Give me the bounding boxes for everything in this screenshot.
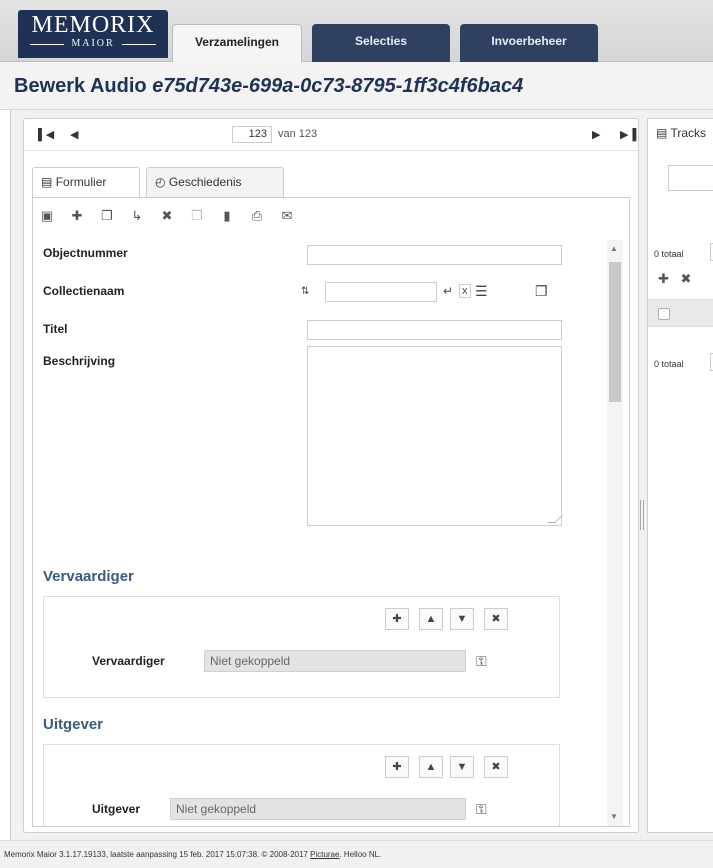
memorix-maior-logo[interactable]: MEMORIX MAIOR [18,10,168,58]
tracks-header-row [648,299,713,327]
move-down-icon[interactable]: ▼ [450,608,474,630]
next-icon[interactable]: ▶ [592,128,600,141]
page-number-input[interactable]: 123 [232,126,272,143]
uitgever-section: ✚ ▲ ▼ ✖ Uitgever Niet gekoppeld ⚿ [43,744,560,826]
lookup-icon[interactable]: ❐ [535,283,548,300]
tab-invoerbeheer[interactable]: Invoerbeheer [460,24,598,62]
titel-label: Titel [43,322,68,336]
vervaardiger-value: Niet gekoppeld [204,650,466,672]
previous-icon[interactable]: ◀ [70,128,78,141]
form-area: ▣ ✚ ❐ ↳ ✖ ❐ ▮ ⎙ ✉ Objectnummer Collectie… [32,197,630,827]
tracks-count-bottom: 0 totaal [654,359,684,369]
title-bar: Bewerk Audio e75d743e-699a-0c73-8795-1ff… [0,62,713,110]
form-toolbar: ▣ ✚ ❐ ↳ ✖ ❐ ▮ ⎙ ✉ [33,198,629,234]
first-page-icon[interactable]: ▌◀ [38,128,54,141]
list-icon[interactable]: ☰ [475,283,488,300]
vervaardiger-section: ✚ ▲ ▼ ✖ Vervaardiger Niet gekoppeld ⚿ [43,596,560,698]
select-all-checkbox[interactable] [658,308,670,320]
export-icon[interactable]: ↳ [129,208,145,224]
add-uitgever-icon[interactable]: ✚ [385,756,409,778]
tracks-title: ▤ Tracks [656,126,706,140]
logo-subtitle: MAIOR [18,38,168,50]
beschrijving-label: Beschrijving [43,354,116,368]
last-page-icon[interactable]: ▶▐ [620,128,636,141]
tracks-toolbar: ✚ ✖ [658,271,691,287]
print-icon[interactable]: ⎙ [249,208,265,224]
tab-verzamelingen[interactable]: Verzamelingen [172,24,302,62]
duplicate-icon: ❐ [191,208,203,223]
main-frame: ▌◀ ◀ 123 van 123 ▶ ▶▐ ▤ Formulier ◴ Gesc… [10,110,713,840]
add-vervaardiger-icon[interactable]: ✚ [385,608,409,630]
sort-icon[interactable]: ⇅ [301,286,309,297]
resize-handle[interactable] [547,515,563,523]
uitgever-section-title: Uitgever [43,716,104,733]
clear-icon[interactable]: x [459,284,471,298]
footer-suffix: . Helloo NL. [339,850,382,859]
collectienaam-input[interactable] [325,282,437,302]
document-icon[interactable]: ▮ [219,208,235,224]
form-icon: ▤ [41,175,53,189]
move-up-icon[interactable]: ▲ [419,608,443,630]
objectnummer-input[interactable] [307,245,562,265]
history-icon: ◴ [155,175,166,189]
scroll-down-icon[interactable]: ▼ [610,812,618,821]
tab-geschiedenis-label: Geschiedenis [168,175,242,189]
collectienaam-label: Collectienaam [43,284,125,298]
panel-splitter[interactable] [640,500,644,530]
logo-wordmark: MEMORIX [31,12,155,38]
top-header: MEMORIX MAIOR Verzamelingen Selecties In… [0,0,713,62]
tab-formulier-label: Formulier [55,175,107,189]
copy-icon[interactable]: ❐ [99,208,115,224]
delete-uitgever-icon[interactable]: ✖ [484,756,508,778]
save-icon[interactable]: ▣ [39,208,55,224]
tracks-title-label: Tracks [670,126,707,140]
vervaardiger-field-label: Vervaardiger [92,654,165,668]
scroll-up-icon[interactable]: ▲ [610,244,618,253]
form-scrollbar[interactable]: ▲ ▼ [607,240,623,826]
scrollbar-thumb[interactable] [609,262,621,402]
move-down-icon[interactable]: ▼ [450,756,474,778]
page-title-prefix: Bewerk Audio [14,75,147,97]
record-pager: ▌◀ ◀ 123 van 123 ▶ ▶▐ [24,119,638,151]
link-wrench-icon[interactable]: ⚿ [476,801,487,818]
mail-icon[interactable]: ✉ [279,208,295,224]
tracks-panel: ▤ Tracks 0 totaal ✚ ✖ 0 totaal [647,118,713,833]
vervaardiger-section-title: Vervaardiger [43,568,134,585]
tab-geschiedenis[interactable]: ◴ Geschiedenis [146,167,284,197]
tracks-icon: ▤ [656,126,668,140]
new-record-icon[interactable]: ✚ [69,208,85,224]
delete-vervaardiger-icon[interactable]: ✖ [484,608,508,630]
record-id: e75d743e-699a-0c73-8795-1ff3c4f6bac4 [152,75,524,97]
move-up-icon[interactable]: ▲ [419,756,443,778]
uitgever-field-label: Uitgever [92,802,141,816]
page-total: van 123 [278,128,318,140]
delete-icon[interactable]: ✖ [159,208,175,224]
enter-icon[interactable]: ↵ [443,284,453,298]
tab-selecties[interactable]: Selecties [312,24,450,62]
tracks-count-top: 0 totaal [654,249,684,259]
picturae-link[interactable]: Picturae [310,850,339,859]
add-track-icon[interactable]: ✚ [658,271,669,286]
tab-formulier[interactable]: ▤ Formulier [32,167,140,198]
edit-panel: ▌◀ ◀ 123 van 123 ▶ ▶▐ ▤ Formulier ◴ Gesc… [23,118,639,833]
delete-track-icon[interactable]: ✖ [681,271,692,286]
tracks-filter-input[interactable] [668,165,713,191]
footer: Memorix Maior 3.1.17.19133, laatste aanp… [0,840,713,868]
page-title: Bewerk Audio e75d743e-699a-0c73-8795-1ff… [14,75,523,98]
objectnummer-label: Objectnummer [43,246,128,260]
uitgever-value: Niet gekoppeld [170,798,466,820]
link-wrench-icon[interactable]: ⚿ [476,653,487,670]
titel-input[interactable] [307,320,562,340]
beschrijving-textarea[interactable] [307,346,563,526]
footer-text: Memorix Maior 3.1.17.19133, laatste aanp… [4,850,311,859]
